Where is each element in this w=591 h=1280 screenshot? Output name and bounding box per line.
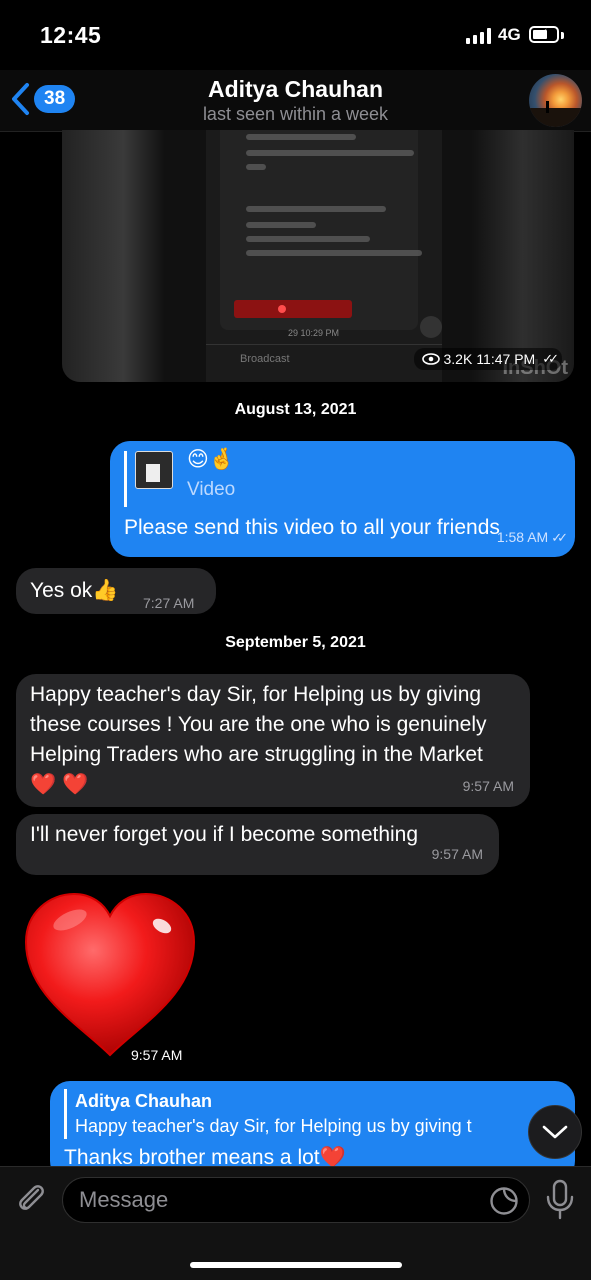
message-time: 9:57 AM — [462, 778, 514, 794]
reply-preview[interactable]: 😊🤞 Video — [124, 448, 561, 507]
eye-icon — [421, 353, 440, 365]
reply-text: Happy teacher's day Sir, for Helping us … — [75, 1116, 472, 1136]
inner-broadcast-label: Broadcast — [240, 353, 290, 365]
read-ticks-icon: ✓✓ — [551, 530, 568, 545]
sticker-time: 9:57 AM — [131, 1047, 183, 1063]
battery-icon: ⚡ — [529, 26, 559, 43]
paperclip-icon[interactable] — [14, 1181, 48, 1215]
inner-time: 29 10:29 PM — [288, 328, 340, 338]
message-bubble-outgoing[interactable]: 😊🤞 Video Please send this video to all y… — [110, 441, 575, 557]
reply-emoji: 😊🤞 — [187, 448, 236, 471]
reply-author: Aditya Chauhan — [75, 1091, 213, 1111]
inner-chevron-icon — [420, 316, 442, 338]
chat-header: Aditya Chauhan last seen within a week 3… — [0, 70, 591, 132]
status-bar: 12:45 4G ⚡ — [0, 0, 591, 70]
battery-cap — [561, 32, 564, 39]
sticker-icon[interactable] — [489, 1186, 519, 1216]
home-indicator[interactable] — [190, 1262, 402, 1268]
message-text: Happy teacher's day Sir, for Helping us … — [30, 683, 487, 796]
avatar[interactable] — [529, 74, 582, 127]
message-time: 7:27 AM — [143, 595, 195, 611]
reply-thumbnail — [135, 451, 173, 489]
message-bubble-incoming[interactable]: Happy teacher's day Sir, for Helping us … — [16, 674, 530, 807]
chevron-left-icon — [12, 83, 29, 115]
view-count: 3.2K — [443, 351, 473, 367]
status-time: 12:45 — [40, 22, 102, 48]
message-text: Please send this video to all your frien… — [124, 516, 500, 539]
message-text: I'll never forget you if I become someth… — [30, 823, 419, 846]
scroll-down-button[interactable] — [528, 1105, 582, 1159]
message-bubble-incoming[interactable]: I'll never forget you if I become someth… — [16, 814, 499, 875]
read-ticks-icon: ✓✓ — [542, 351, 559, 366]
message-time: 9:57 AM — [431, 846, 483, 862]
message-text: Yes ok👍 — [30, 579, 119, 602]
video-thumbnail: 29 10:29 PM Broadcast — [206, 130, 442, 382]
message-time: 1:58 AM — [496, 529, 549, 545]
network-label: 4G — [498, 25, 521, 44]
heart-sticker[interactable] — [20, 890, 200, 1060]
date-separator: September 5, 2021 — [225, 634, 366, 651]
signal-icon — [466, 28, 491, 44]
reply-preview[interactable]: Aditya Chauhan Happy teacher's day Sir, … — [64, 1089, 561, 1139]
last-seen-status: last seen within a week — [202, 104, 389, 124]
unread-badge: 38 — [34, 85, 76, 113]
reply-type: Video — [187, 479, 236, 500]
chevron-down-icon — [542, 1125, 568, 1139]
message-bubble-incoming[interactable]: Yes ok👍 7:27 AM — [16, 568, 216, 614]
message-meta: 1:58 AM ✓✓ — [496, 522, 568, 553]
message-input[interactable] — [63, 1178, 529, 1222]
media-time: 11:47 PM — [476, 351, 536, 367]
date-separator: August 13, 2021 — [234, 401, 357, 418]
chat-title[interactable]: Aditya Chauhan — [0, 76, 591, 103]
message-field[interactable] — [62, 1177, 530, 1223]
microphone-icon[interactable] — [544, 1179, 576, 1221]
media-meta: 3.2K 11:47 PM ✓✓ — [413, 348, 562, 370]
video-message[interactable]: 29 10:29 PM Broadcast InShOt 3.2K 11:47 … — [62, 130, 574, 382]
back-button[interactable]: 38 — [10, 82, 76, 116]
